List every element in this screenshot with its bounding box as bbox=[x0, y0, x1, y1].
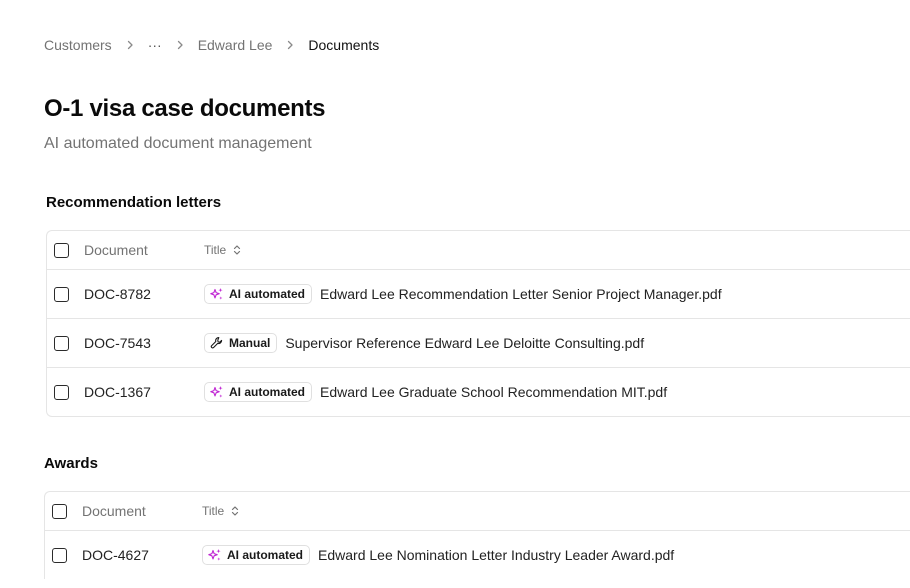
table-header-row: Document Title bbox=[45, 492, 910, 530]
column-header-document: Document bbox=[84, 242, 148, 258]
column-header-document: Document bbox=[82, 503, 146, 519]
ai-automated-badge: AI automated bbox=[204, 284, 313, 304]
ai-automated-badge: AI automated bbox=[204, 382, 313, 402]
breadcrumb: Customers ··· Edward Lee Documents bbox=[44, 36, 379, 54]
document-id: DOC-8782 bbox=[84, 286, 151, 302]
section-title-recommendation-letters: Recommendation letters bbox=[46, 194, 222, 211]
badge-label: AI automated bbox=[227, 548, 304, 562]
sort-icon[interactable] bbox=[232, 244, 242, 256]
row-checkbox[interactable] bbox=[52, 547, 67, 563]
breadcrumb-edward-lee[interactable]: Edward Lee bbox=[198, 37, 273, 53]
sparkles-icon bbox=[210, 386, 223, 398]
table-header-row: Document Title bbox=[47, 231, 910, 269]
file-name[interactable]: Edward Lee Graduate School Recommendatio… bbox=[320, 384, 667, 400]
ai-automated-badge: AI automated bbox=[202, 545, 311, 565]
section-title-awards: Awards bbox=[44, 455, 98, 472]
title-cell: AI automated Edward Lee Nomination Lette… bbox=[202, 545, 674, 565]
row-checkbox[interactable] bbox=[54, 384, 69, 400]
table-row[interactable]: DOC-7543 Manual Supervisor Reference Edw… bbox=[47, 318, 910, 367]
file-name[interactable]: Edward Lee Recommendation Letter Senior … bbox=[320, 286, 722, 302]
document-id: DOC-4627 bbox=[82, 547, 149, 563]
chevron-right-icon bbox=[172, 37, 188, 53]
wrench-icon bbox=[210, 337, 223, 349]
select-all-checkbox[interactable] bbox=[52, 503, 67, 519]
table-row[interactable]: DOC-8782 AI automated Edward Lee Recomme… bbox=[47, 269, 910, 318]
select-all-checkbox[interactable] bbox=[54, 242, 69, 258]
table-row[interactable]: DOC-4627 AI automated Edward Lee Nominat… bbox=[45, 530, 910, 579]
chevron-right-icon bbox=[282, 37, 298, 53]
badge-label: AI automated bbox=[229, 287, 306, 301]
badge-label: AI automated bbox=[229, 385, 306, 399]
title-cell: AI automated Edward Lee Graduate School … bbox=[204, 382, 667, 402]
badge-label: Manual bbox=[229, 336, 271, 350]
column-header-title-label: Title bbox=[204, 243, 227, 257]
document-id: DOC-1367 bbox=[84, 384, 151, 400]
file-name[interactable]: Edward Lee Nomination Letter Industry Le… bbox=[318, 547, 674, 563]
file-name[interactable]: Supervisor Reference Edward Lee Deloitte… bbox=[285, 335, 644, 351]
column-header-title-label: Title bbox=[202, 504, 225, 518]
document-id: DOC-7543 bbox=[84, 335, 151, 351]
breadcrumb-documents: Documents bbox=[308, 37, 380, 53]
documents-page: Customers ··· Edward Lee Documents O-1 v… bbox=[0, 0, 910, 588]
recommendation-letters-table: Document Title DOC-8782 AI automated Edw… bbox=[46, 230, 910, 417]
row-checkbox[interactable] bbox=[54, 286, 69, 302]
title-cell: AI automated Edward Lee Recommendation L… bbox=[204, 284, 722, 304]
breadcrumb-ellipsis[interactable]: ··· bbox=[148, 37, 162, 53]
column-header-title[interactable]: Title bbox=[204, 243, 242, 257]
breadcrumb-customers[interactable]: Customers bbox=[44, 37, 112, 53]
column-header-title[interactable]: Title bbox=[202, 504, 240, 518]
chevron-right-icon bbox=[122, 37, 138, 53]
awards-table: Document Title DOC-4627 AI automated Edw… bbox=[44, 491, 910, 579]
title-cell: Manual Supervisor Reference Edward Lee D… bbox=[204, 333, 644, 353]
sort-icon[interactable] bbox=[230, 505, 240, 517]
page-title: O-1 visa case documents bbox=[44, 95, 326, 122]
manual-badge: Manual bbox=[204, 333, 278, 353]
sparkles-icon bbox=[208, 549, 221, 561]
page-subtitle: AI automated document management bbox=[44, 135, 312, 152]
row-checkbox[interactable] bbox=[54, 335, 69, 351]
table-row[interactable]: DOC-1367 AI automated Edward Lee Graduat… bbox=[47, 367, 910, 416]
sparkles-icon bbox=[210, 288, 223, 300]
